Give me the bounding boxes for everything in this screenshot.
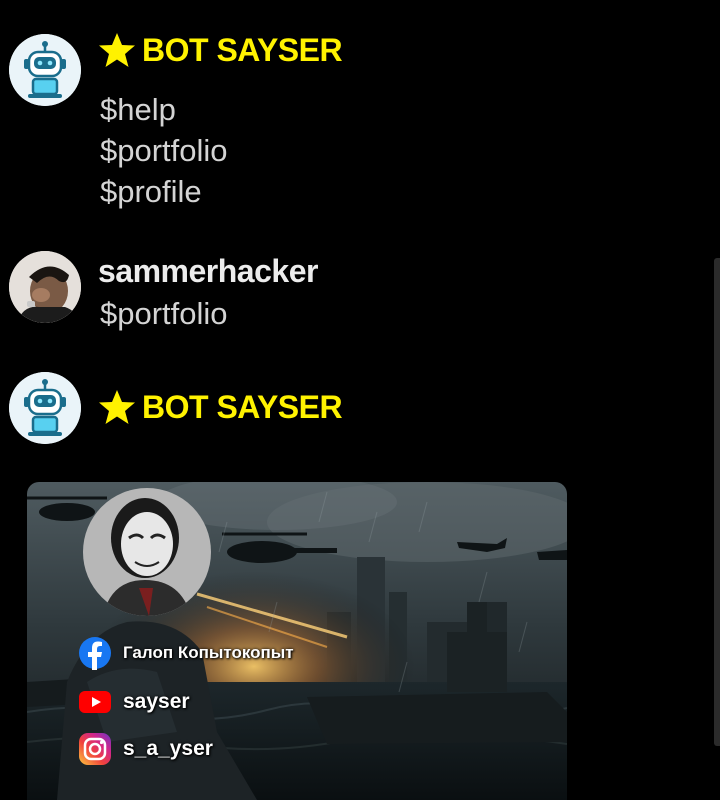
- mask-portrait-icon: [83, 488, 211, 616]
- message-line: $portfolio: [100, 133, 228, 168]
- bot-avatar[interactable]: [9, 372, 81, 444]
- bot-avatar[interactable]: [9, 34, 81, 106]
- social-instagram-label: s_a_yser: [123, 737, 213, 760]
- robot-icon: [9, 372, 81, 444]
- star-icon: [99, 390, 135, 424]
- social-facebook[interactable]: Галоп Копытокопыт: [77, 636, 294, 670]
- instagram-icon: [77, 732, 113, 766]
- facebook-icon: [77, 636, 113, 670]
- social-facebook-label: Галоп Копытокопыт: [123, 643, 294, 662]
- scrollbar[interactable]: [714, 258, 720, 746]
- message-line: $profile: [100, 174, 202, 209]
- masked-hacker-photo: [83, 488, 211, 616]
- social-instagram[interactable]: s_a_yser: [77, 732, 213, 766]
- message-author[interactable]: sammerhacker: [98, 253, 318, 289]
- social-youtube[interactable]: sayser: [77, 685, 190, 719]
- social-youtube-label: sayser: [123, 690, 190, 713]
- chat-page: BOT SAYSER $help $portfolio $profile sam…: [0, 0, 720, 800]
- author-name: BOT SAYSER: [142, 389, 343, 425]
- message-author[interactable]: BOT SAYSER: [98, 32, 343, 68]
- user-photo-icon: [9, 251, 81, 323]
- message-body: $help $portfolio $profile: [100, 89, 228, 212]
- author-name: BOT SAYSER: [142, 32, 343, 68]
- attachment-image[interactable]: Галоп Копытокопыт sayser s_a_yser: [27, 482, 567, 800]
- message-line: $help: [100, 92, 176, 127]
- star-icon: [99, 33, 135, 67]
- youtube-icon: [77, 685, 113, 719]
- robot-icon: [9, 34, 81, 106]
- message-line: $portfolio: [100, 296, 228, 331]
- user-avatar[interactable]: [9, 251, 81, 323]
- message-body: $portfolio: [100, 293, 228, 334]
- message-author[interactable]: BOT SAYSER: [98, 389, 343, 425]
